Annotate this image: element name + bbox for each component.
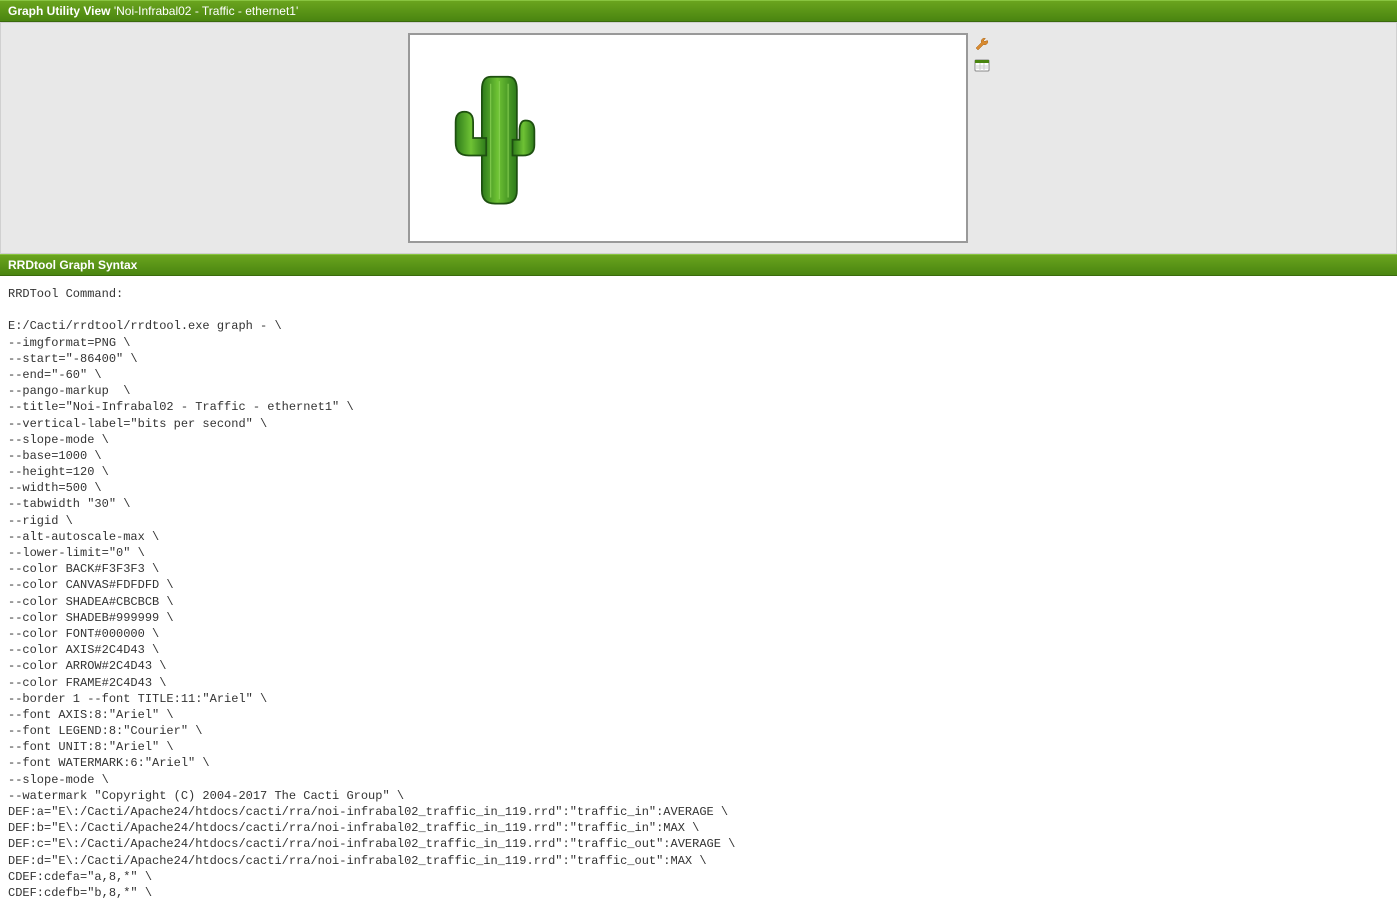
graph-container — [408, 33, 990, 243]
command-text: E:/Cacti/rrdtool/rrdtool.exe graph - \ -… — [8, 319, 735, 900]
csv-export-icon[interactable] — [974, 57, 990, 73]
cactus-icon — [450, 68, 540, 208]
header-title-label: Graph Utility View — [8, 4, 110, 18]
section-header: RRDtool Graph Syntax — [0, 254, 1397, 276]
command-label: RRDTool Command: — [8, 287, 123, 301]
command-output: RRDTool Command: E:/Cacti/rrdtool/rrdtoo… — [0, 276, 1397, 911]
header-title-name: 'Noi-Infrabal02 - Traffic - ethernet1' — [114, 4, 298, 18]
graph-actions-column — [974, 33, 990, 73]
graph-image-box — [408, 33, 968, 243]
graph-panel — [0, 22, 1397, 254]
section-title: RRDtool Graph Syntax — [8, 258, 137, 272]
header-bar: Graph Utility View 'Noi-Infrabal02 - Tra… — [0, 0, 1397, 22]
wrench-icon[interactable] — [974, 37, 990, 53]
